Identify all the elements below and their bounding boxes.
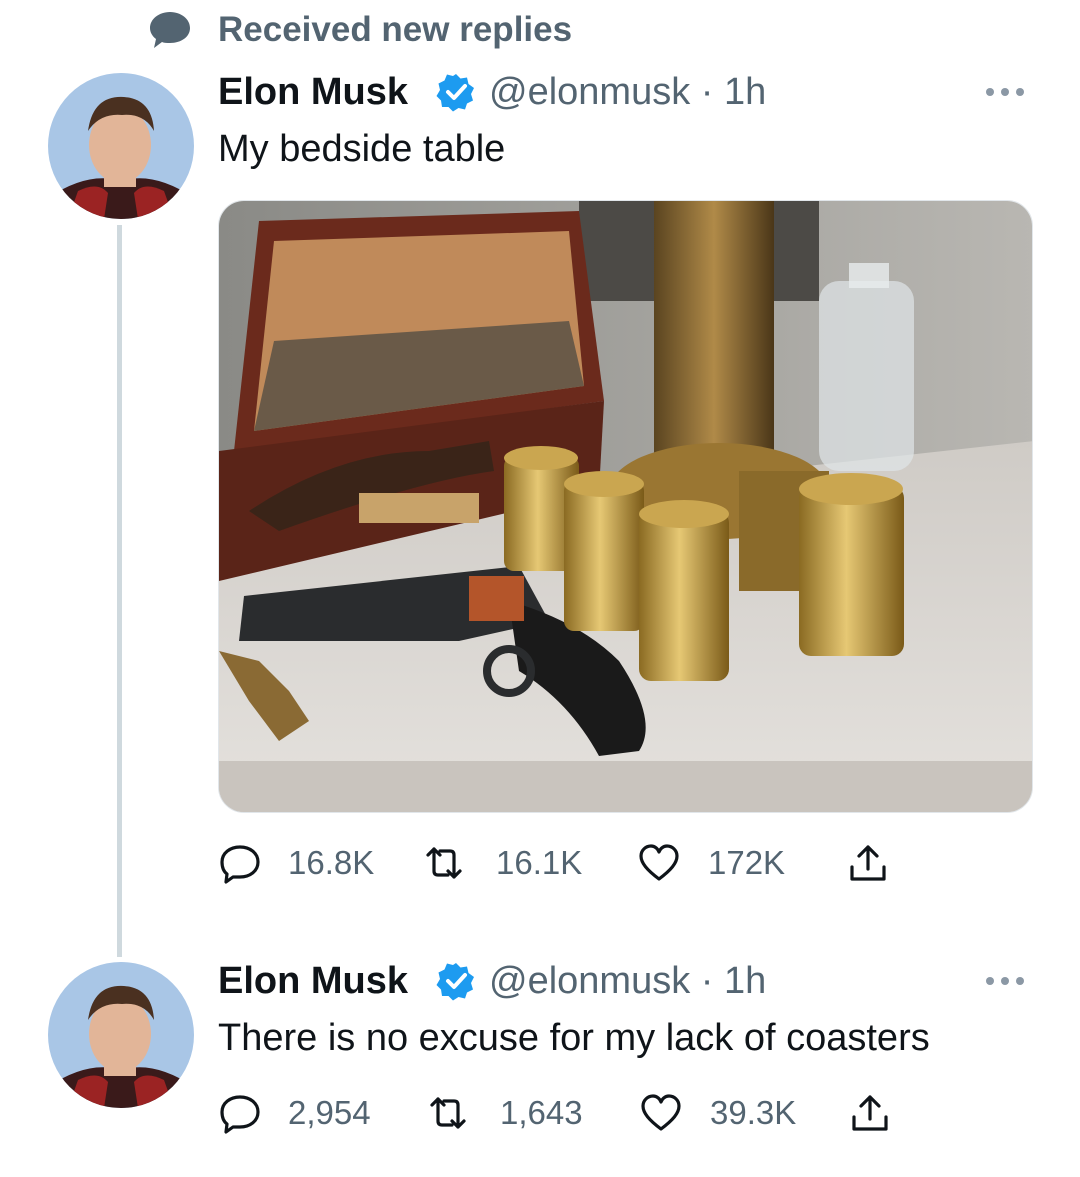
reply-count: 16.8K xyxy=(288,844,375,881)
more-options-icon[interactable] xyxy=(982,84,1028,100)
avatar[interactable] xyxy=(48,73,194,219)
like-count: 172K xyxy=(708,844,786,881)
author-handle-time[interactable]: @elonmusk · 1h xyxy=(489,69,766,115)
retweet-icon[interactable] xyxy=(422,841,466,885)
author-name[interactable]: Elon Musk xyxy=(218,69,408,115)
like-heart-icon[interactable] xyxy=(637,841,681,885)
share-icon[interactable] xyxy=(848,1091,892,1135)
reply-icon[interactable] xyxy=(218,1091,262,1135)
tweet-text: My bedside table xyxy=(218,128,506,170)
reply-count: 2,954 xyxy=(288,1094,371,1131)
received-new-replies-label[interactable]: Received new replies xyxy=(218,8,572,52)
retweet-icon[interactable] xyxy=(426,1091,470,1135)
retweet-count: 16.1K xyxy=(496,844,583,881)
thread-connector-line xyxy=(117,225,122,957)
like-count: 39.3K xyxy=(710,1094,797,1131)
like-heart-icon[interactable] xyxy=(639,1091,683,1135)
share-icon[interactable] xyxy=(846,841,890,885)
bedside-table-photo xyxy=(219,201,1032,812)
author-name[interactable]: Elon Musk xyxy=(218,958,408,1004)
tweet-text: There is no excuse for my lack of coaste… xyxy=(218,1017,930,1059)
tweet-media-image[interactable] xyxy=(218,200,1033,813)
more-options-icon[interactable] xyxy=(982,973,1028,989)
avatar[interactable] xyxy=(48,962,194,1108)
author-handle-time[interactable]: @elonmusk · 1h xyxy=(489,958,766,1004)
reply-icon[interactable] xyxy=(218,841,262,885)
verified-badge-icon xyxy=(436,963,474,1001)
speech-bubble-icon xyxy=(150,12,190,48)
retweet-count: 1,643 xyxy=(500,1094,583,1131)
verified-badge-icon xyxy=(436,74,474,112)
